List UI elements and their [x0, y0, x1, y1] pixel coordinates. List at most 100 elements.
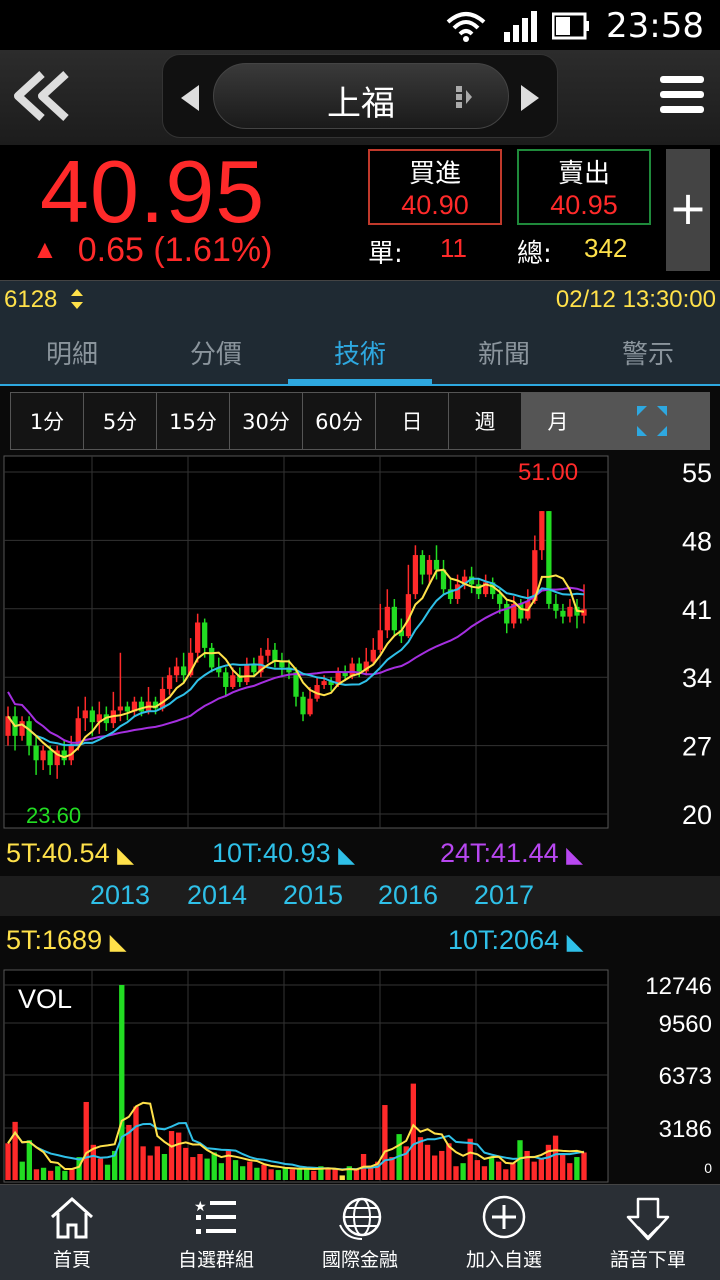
- volume-bar: [197, 1153, 203, 1180]
- nav-international[interactable]: 國際金融: [288, 1185, 432, 1280]
- volume-bar: [5, 1143, 11, 1180]
- candle-body: [391, 606, 397, 631]
- volume-bar: [332, 1169, 338, 1180]
- candle-body: [202, 622, 208, 648]
- volume-bar: [76, 1157, 82, 1180]
- volume-bar: [204, 1158, 210, 1180]
- volume-bar: [396, 1134, 402, 1180]
- menu-button[interactable]: [660, 72, 704, 118]
- nav-add-watchlist[interactable]: 加入自選: [432, 1185, 576, 1280]
- volume-bar: [339, 1175, 345, 1180]
- quote-panel: 40.95 ▲ 0.65 (1.61%) 買進 40.90 賣出 40.95 單:…: [0, 142, 720, 280]
- list-star-icon: ★: [194, 1199, 236, 1234]
- next-stock-icon[interactable]: [519, 83, 541, 113]
- volume-bar: [55, 1166, 61, 1180]
- candle-body: [567, 606, 573, 617]
- volume-bar: [161, 1153, 168, 1180]
- low-price-label: 23.60: [26, 803, 81, 828]
- candle-body: [117, 706, 124, 711]
- total-label: 總:: [517, 239, 552, 269]
- stock-name-pill[interactable]: 上福: [213, 63, 509, 129]
- volume-bar: [190, 1157, 196, 1180]
- volume-bar: [432, 1155, 438, 1180]
- volume-bar: [140, 1146, 146, 1180]
- volume-tick-label: 3186: [659, 1116, 712, 1143]
- volume-bar: [538, 1158, 544, 1180]
- unit-label: 單:: [368, 239, 403, 269]
- candle-body: [195, 622, 201, 653]
- volume-tick-label: 0: [704, 1160, 712, 1176]
- updown-arrows-icon: [71, 289, 84, 309]
- quote-datetime: 02/12 13:30:00: [555, 286, 716, 313]
- candle-body: [61, 750, 67, 761]
- price-tick-label: 41: [682, 595, 712, 625]
- tab-news[interactable]: 新聞: [432, 322, 576, 384]
- candle-body: [321, 681, 327, 686]
- bottom-nav: 首頁 ★ 自選群組 國際金融 加入自選 語音下單: [0, 1184, 720, 1280]
- candle-body: [180, 666, 187, 676]
- stock-code-text: 6128: [4, 286, 58, 313]
- volume-bar: [176, 1132, 182, 1180]
- tab-technical[interactable]: 技術: [288, 322, 432, 384]
- nav-home[interactable]: 首頁: [0, 1185, 144, 1280]
- price-tick-label: 27: [682, 732, 712, 762]
- volume-bar: [268, 1169, 274, 1180]
- ask-price: 40.95: [550, 190, 618, 220]
- add-button[interactable]: +: [666, 149, 710, 271]
- year-label: 2013: [90, 880, 151, 910]
- tab-price-volume[interactable]: 分價: [144, 322, 288, 384]
- candle-body: [300, 696, 306, 715]
- price-change: ▲ 0.65 (1.61%): [32, 231, 272, 270]
- handle-icon: [456, 86, 472, 108]
- volume-bar: [503, 1169, 509, 1180]
- change-value: 0.65 (1.61%): [77, 231, 273, 269]
- volume-bar: [26, 1140, 32, 1180]
- candle-body: [124, 706, 131, 712]
- down-arrow-box-icon: [626, 1197, 670, 1241]
- volume-bar: [517, 1140, 523, 1180]
- vol-ma10-label: 10T:2064 ◣: [448, 925, 584, 955]
- candle-body: [384, 606, 390, 631]
- vol-ma5-label: 5T:1689 ◣: [6, 925, 127, 955]
- volume-bar: [119, 985, 125, 1180]
- home-icon: [50, 1196, 94, 1239]
- nav-voice-order[interactable]: 語音下單: [576, 1185, 720, 1280]
- candle-body: [82, 710, 88, 719]
- volume-bar: [496, 1161, 502, 1180]
- year-label: 2017: [474, 880, 535, 910]
- volume-bar: [97, 1158, 104, 1180]
- back-button[interactable]: [8, 68, 74, 124]
- candle-body: [412, 555, 419, 595]
- volume-bar: [552, 1135, 559, 1180]
- price-tick-label: 48: [682, 526, 712, 556]
- year-axis: 2013 2014 2015 2016 2017: [0, 876, 720, 916]
- candle-body: [454, 584, 461, 600]
- ma24-label: 24T:41.44 ◣: [440, 838, 584, 868]
- volume-bar: [325, 1167, 331, 1180]
- candle-body: [370, 649, 376, 662]
- prev-stock-icon[interactable]: [179, 83, 201, 113]
- volume-bar: [126, 1124, 132, 1180]
- wifi-icon: [446, 12, 486, 42]
- nav-watchlist-groups[interactable]: ★ 自選群組: [144, 1185, 288, 1280]
- year-label: 2016: [378, 880, 439, 910]
- volume-bar: [133, 1106, 139, 1180]
- volume-tick-label: 6373: [659, 1063, 712, 1090]
- volume-bar: [282, 1167, 288, 1180]
- volume-bar: [567, 1163, 573, 1180]
- volume-bar: [183, 1147, 189, 1180]
- year-label: 2014: [187, 880, 248, 910]
- tab-alerts[interactable]: 警示: [576, 322, 720, 384]
- volume-bar: [481, 1166, 488, 1180]
- volume-bar: [560, 1153, 566, 1180]
- volume-bar: [168, 1131, 175, 1180]
- price-chart[interactable]: 55 48 41 34 27 20 51.00 23.60: [0, 386, 720, 832]
- volume-plot-area: [3, 969, 609, 1183]
- candle-body: [279, 661, 285, 668]
- tab-detail[interactable]: 明細: [0, 322, 144, 384]
- last-price: 40.95: [40, 142, 266, 241]
- volume-bar: [389, 1157, 395, 1180]
- plus-icon: +: [668, 181, 708, 235]
- tab-bar: 明細 分價 技術 新聞 警示: [0, 322, 720, 384]
- volume-bar: [524, 1150, 530, 1180]
